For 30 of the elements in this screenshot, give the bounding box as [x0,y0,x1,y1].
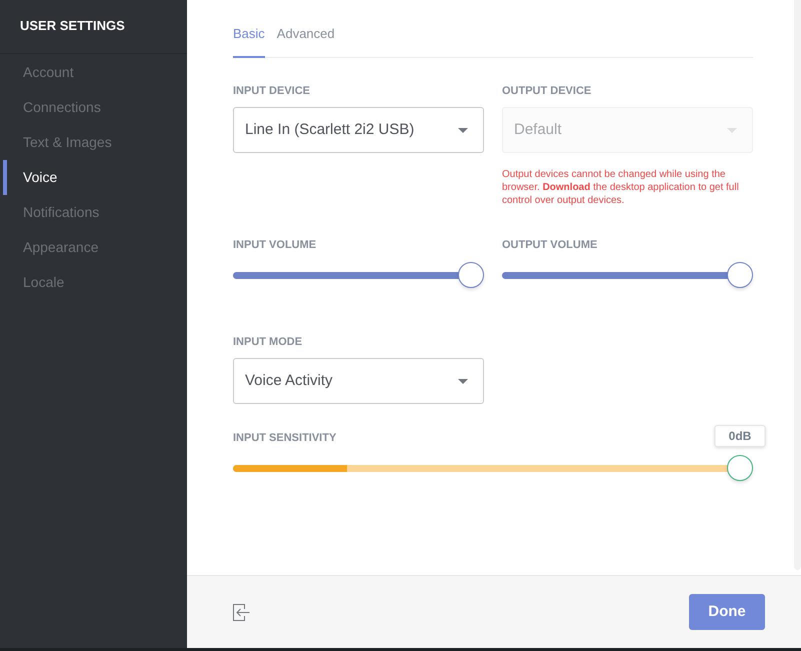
field-label: INPUT MODE [233,335,302,349]
sidebar-item[interactable]: Appearance [3,230,187,265]
slider-thumb[interactable] [727,455,753,481]
sidebar-item[interactable]: Notifications [3,195,187,230]
field-label: INPUT SENSITIVITY [233,431,336,445]
done-button[interactable]: Done [689,594,765,630]
sidebar-item[interactable]: Locale [3,265,187,300]
field-label: OUTPUT VOLUME [502,238,598,252]
dropdown[interactable]: Line In (Scarlett 2i2 USB) [233,107,484,153]
value-tooltip: 0dB [714,425,766,447]
slider-thumb[interactable] [727,262,753,288]
field-label: OUTPUT DEVICE [502,84,592,98]
sidebar-item[interactable]: Connections [3,90,187,125]
field-label: INPUT VOLUME [233,238,316,252]
dropdown[interactable]: Voice Activity [233,358,484,404]
tab[interactable]: Advanced [276,24,335,58]
sidebar-item[interactable]: Account [3,55,187,90]
field-label: INPUT DEVICE [233,84,310,98]
tab[interactable]: Basic [233,24,265,58]
volume-slider[interactable] [502,262,753,288]
caret-icon [458,128,468,132]
volume-slider[interactable] [233,262,484,288]
sensitivity-slider[interactable] [233,455,753,481]
slider-thumb[interactable] [458,262,484,288]
sidebar-item[interactable]: Text & Images [3,125,187,160]
caret-icon [727,128,737,132]
sidebar-title: USER SETTINGS [20,18,125,34]
caret-icon [458,378,468,384]
warning-text: Output devices cannot be changed while using the browser. Download the desktop application to get full control over output devices. [502,168,740,207]
exit-icon[interactable] [233,604,250,620]
